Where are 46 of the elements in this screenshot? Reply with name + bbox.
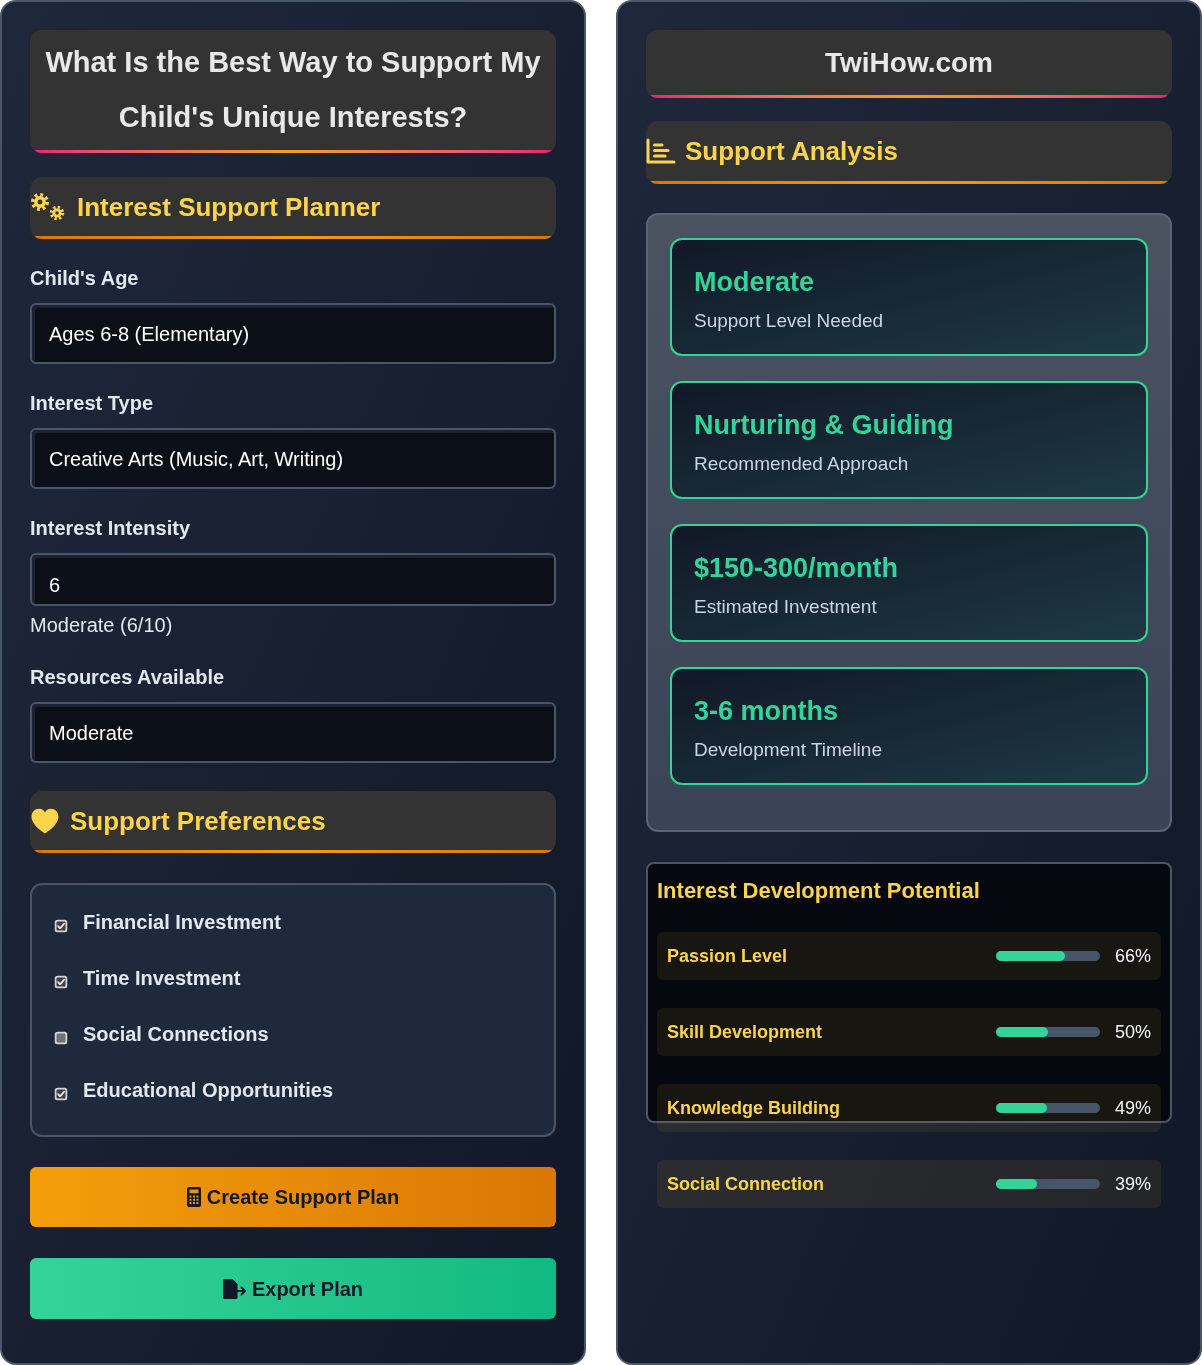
checkbox[interactable]	[54, 919, 68, 933]
heart-icon	[30, 807, 60, 834]
section-title: Support Analysis	[685, 135, 898, 167]
calculator-icon	[186, 1187, 201, 1207]
metric-label: Passion Level	[667, 945, 788, 967]
field-label: Interest Intensity	[30, 516, 191, 540]
create-plan-button[interactable]: Create Support Plan	[30, 1167, 556, 1227]
section-title: Interest Support Planner	[77, 190, 381, 223]
field-label: Interest Type	[30, 391, 153, 415]
file-export-icon	[222, 1278, 247, 1299]
metric-percent: 50%	[1113, 1021, 1151, 1043]
panel-title: Interest Development Potential	[657, 877, 980, 905]
option-label[interactable]: Educational Opportunities	[83, 1076, 333, 1104]
export-button[interactable]: Export Plan	[30, 1258, 556, 1319]
result-label: Support Level Needed	[694, 309, 884, 333]
result-label: Recommended Approach	[694, 452, 909, 476]
result-label: Estimated Investment	[694, 595, 877, 619]
option-label[interactable]: Financial Investment	[83, 908, 281, 936]
checkbox[interactable]	[54, 1087, 68, 1101]
result-value: $150-300/month	[694, 552, 899, 585]
bar-chart-icon	[646, 138, 676, 164]
number-field[interactable]: 6	[30, 553, 556, 606]
result-value: 3-6 months	[694, 695, 839, 728]
result-value: Nurturing & Guiding	[694, 409, 954, 442]
checkbox[interactable]	[54, 975, 68, 989]
field-label: Resources Available	[30, 665, 225, 689]
site-name: TwiHow.com	[825, 45, 993, 80]
field-label: Child's Age	[30, 266, 139, 290]
result-value: Moderate	[694, 266, 815, 299]
checkbox[interactable]	[54, 1031, 68, 1045]
metric-percent: 49%	[1113, 1097, 1151, 1119]
select-field[interactable]: Moderate	[30, 702, 556, 763]
metric-percent: 66%	[1113, 945, 1151, 967]
select-field[interactable]: Ages 6-8 (Elementary)	[30, 303, 556, 364]
metric-label: Social Connection	[667, 1173, 825, 1195]
metric-percent: 39%	[1113, 1173, 1151, 1195]
result-label: Development Timeline	[694, 738, 882, 762]
value-readout: Moderate (6/10)	[30, 613, 173, 638]
metric-label: Knowledge Building	[667, 1097, 840, 1119]
select-field[interactable]: Creative Arts (Music, Art, Writing)	[30, 428, 556, 489]
gears-icon	[30, 191, 66, 222]
page-title: What Is the Best Way to Support My Child's Unique Interests?	[44, 45, 542, 135]
section-title: Support Preferences	[70, 804, 326, 837]
option-label[interactable]: Social Connections	[83, 1020, 269, 1048]
option-label[interactable]: Time Investment	[83, 964, 241, 992]
metric-label: Skill Development	[667, 1021, 823, 1043]
